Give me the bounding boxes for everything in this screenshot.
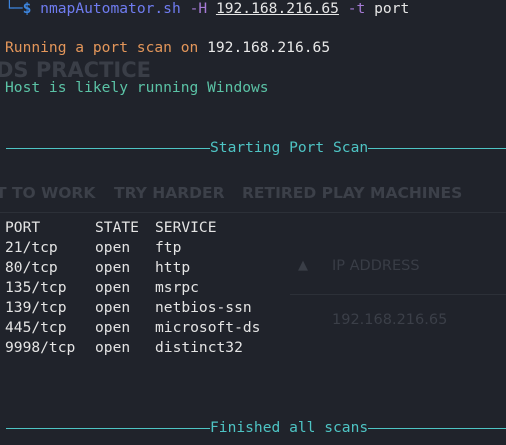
background-tab: T TO WORK	[0, 184, 96, 202]
host-flag: -H	[189, 0, 208, 17]
section-start-divider: Starting Port Scan	[6, 139, 506, 157]
service-cell: msrpc	[155, 279, 199, 296]
table-row: 21/tcp open ftp	[5, 239, 181, 257]
port-cell: 21/tcp	[5, 239, 58, 256]
background-tab: TRY HARDER	[114, 184, 225, 202]
table-row: 445/tcp open microsoft-ds	[5, 319, 260, 337]
port-cell: 9998/tcp	[5, 339, 76, 356]
port-cell: 80/tcp	[5, 259, 58, 276]
column-header-port: PORT	[5, 219, 41, 236]
port-cell: 139/tcp	[5, 299, 67, 316]
section-end-label: Finished all scans	[210, 419, 369, 436]
prompt-symbol: $	[22, 0, 32, 17]
state-cell: open	[95, 239, 131, 256]
sort-arrow-icon: ▲	[298, 258, 308, 273]
port-cell: 135/tcp	[5, 279, 67, 296]
table-header-row: PORT STATE SERVICE	[5, 219, 217, 237]
prompt-corner-icon: └─	[5, 0, 23, 17]
background-tab: RETIRED PLAY MACHINES	[242, 184, 463, 202]
scan-message: Running a port scan on 192.168.216.65	[5, 39, 330, 57]
type-flag: -t	[347, 0, 366, 17]
scan-message-text: Running a port scan on	[5, 39, 208, 56]
background-row-divider	[290, 294, 506, 295]
scan-message-ip: 192.168.216.65	[207, 39, 331, 56]
section-end-divider: Finished all scans	[6, 419, 506, 437]
service-cell: microsoft-ds	[155, 319, 261, 336]
service-cell: http	[155, 259, 191, 276]
divider-line	[368, 147, 506, 149]
service-cell: netbios-ssn	[155, 299, 252, 316]
command-line: └─$ nmapAutomator.sh -H 192.168.216.65 -…	[5, 0, 409, 18]
service-cell: distinct32	[155, 339, 243, 356]
table-row: 139/tcp open netbios-ssn	[5, 299, 252, 317]
column-header-state: STATE	[95, 219, 139, 236]
table-row: 9998/tcp open distinct32	[5, 339, 243, 357]
table-row: 80/tcp open http	[5, 259, 190, 277]
service-cell: ftp	[155, 239, 182, 256]
state-cell: open	[95, 339, 131, 356]
background-ip-header: IP ADDRESS	[332, 258, 420, 274]
divider-line	[6, 427, 210, 429]
state-cell: open	[95, 299, 131, 316]
divider-line	[6, 147, 210, 149]
state-cell: open	[95, 279, 131, 296]
divider-line	[368, 427, 506, 429]
state-cell: open	[95, 319, 131, 336]
column-header-service: SERVICE	[155, 219, 217, 236]
section-start-label: Starting Port Scan	[210, 139, 369, 156]
type-argument: port	[374, 0, 410, 17]
os-detection-message: Host is likely running Windows	[5, 79, 269, 96]
command-name: nmapAutomator.sh	[40, 0, 181, 17]
table-row: 135/tcp open msrpc	[5, 279, 199, 297]
state-cell: open	[95, 259, 131, 276]
background-tab-underline	[0, 212, 506, 213]
host-ip-argument[interactable]: 192.168.216.65	[216, 0, 339, 17]
background-ip-value: 192.168.216.65	[332, 312, 448, 328]
port-cell: 445/tcp	[5, 319, 67, 336]
